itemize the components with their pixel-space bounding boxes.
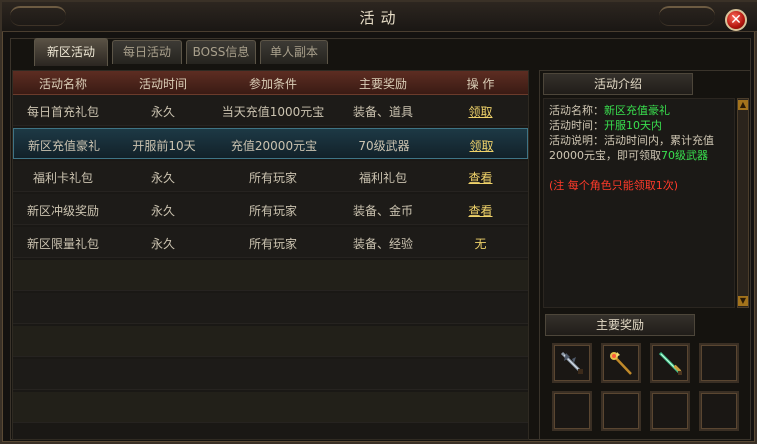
cell-name: 每日首充礼包 bbox=[26, 105, 99, 119]
cell-condition: 当天充值1000元宝 bbox=[221, 105, 325, 119]
table-row[interactable]: 新区冲级奖励 永久 所有玩家 装备、金币 查看 bbox=[13, 194, 528, 225]
reward-slot[interactable] bbox=[552, 343, 592, 383]
cell-condition: 充值20000元宝 bbox=[230, 139, 318, 153]
cell-name: 新区充值豪礼 bbox=[27, 139, 100, 153]
cell-condition: 所有玩家 bbox=[248, 204, 297, 218]
cell-reward: 装备、经验 bbox=[352, 237, 413, 251]
header-condition: 参加条件 bbox=[248, 77, 297, 91]
jade-sword-icon bbox=[658, 351, 682, 375]
cell-time: 永久 bbox=[150, 171, 175, 185]
scroll-down-icon[interactable]: ▼ bbox=[738, 296, 748, 306]
intro-name-line: 活动名称：新区充值豪礼 bbox=[549, 103, 729, 118]
intro-time-line: 活动时间：开服10天内 bbox=[549, 118, 729, 133]
cell-name: 福利卡礼包 bbox=[32, 171, 93, 185]
cell-reward: 装备、道具 bbox=[352, 105, 413, 119]
intro-header: 活动介绍 bbox=[543, 73, 693, 95]
reward-slot-empty[interactable] bbox=[650, 391, 690, 431]
reward-slot[interactable] bbox=[650, 343, 690, 383]
intro-time-label: 活动时间： bbox=[549, 119, 604, 132]
tab-daily-activity[interactable]: 每日活动 bbox=[112, 40, 182, 64]
cell-condition: 所有玩家 bbox=[248, 171, 297, 185]
window-title: 活动 bbox=[359, 9, 402, 27]
empty-row bbox=[13, 392, 528, 423]
view-link[interactable]: 查看 bbox=[433, 169, 528, 186]
cell-condition: 所有玩家 bbox=[248, 237, 297, 251]
cell-reward: 福利礼包 bbox=[358, 171, 407, 185]
intro-description: 活动说明：活动时间内，累计充值20000元宝，即可领取70级武器 bbox=[549, 133, 729, 163]
dark-sword-icon bbox=[560, 351, 584, 375]
table-row[interactable]: 新区限量礼包 永久 所有玩家 装备、经验 无 bbox=[13, 227, 528, 258]
cell-reward: 70级武器 bbox=[358, 139, 410, 153]
header-name: 活动名称 bbox=[38, 77, 87, 91]
activity-table: 活动名称 活动时间 参加条件 主要奖励 操 作 每日首充礼包 永久 当天充值10… bbox=[12, 70, 529, 440]
intro-body: 活动名称：新区充值豪礼 活动时间：开服10天内 活动说明：活动时间内，累计充值2… bbox=[543, 98, 735, 308]
cell-time: 永久 bbox=[150, 105, 175, 119]
empty-row bbox=[13, 293, 528, 324]
view-link[interactable]: 查看 bbox=[433, 202, 528, 219]
intro-name-label: 活动名称： bbox=[549, 104, 604, 117]
intro-desc-highlight: 70级武器 bbox=[661, 149, 708, 162]
intro-scrollbar[interactable]: ▲ ▼ bbox=[737, 98, 749, 308]
header-action: 操 作 bbox=[466, 77, 495, 91]
reward-header: 主要奖励 bbox=[545, 314, 695, 336]
reward-slot-empty[interactable] bbox=[699, 391, 739, 431]
table-row-selected[interactable]: 新区充值豪礼 开服前10天 充值20000元宝 70级武器 领取 bbox=[13, 128, 528, 159]
cell-name: 新区限量礼包 bbox=[26, 237, 99, 251]
table-row[interactable]: 每日首充礼包 永久 当天充值1000元宝 装备、道具 领取 bbox=[13, 95, 528, 126]
intro-note: (注 每个角色只能领取1次) bbox=[549, 179, 679, 192]
golden-staff-icon bbox=[610, 352, 632, 375]
reward-slot[interactable] bbox=[601, 343, 641, 383]
empty-row bbox=[13, 326, 528, 357]
header-reward: 主要奖励 bbox=[358, 77, 407, 91]
action-none: 无 bbox=[474, 237, 487, 251]
tab-new-server-activity[interactable]: 新区活动 bbox=[34, 38, 108, 66]
close-icon: ✕ bbox=[730, 12, 742, 28]
empty-row bbox=[13, 260, 528, 291]
empty-row bbox=[13, 359, 528, 390]
tab-solo-dungeon[interactable]: 单人副本 bbox=[260, 40, 328, 64]
activity-window: 活动 ✕ 新区活动 每日活动 BOSS信息 单人副本 活动名称 活动时间 参加条… bbox=[0, 0, 757, 444]
activity-intro-panel: 活动介绍 活动名称：新区充值豪礼 活动时间：开服10天内 活动说明：活动时间内，… bbox=[539, 70, 751, 440]
reward-slot-empty[interactable] bbox=[699, 343, 739, 383]
header-time: 活动时间 bbox=[138, 77, 187, 91]
cell-reward: 装备、金币 bbox=[352, 204, 413, 218]
table-header: 活动名称 活动时间 参加条件 主要奖励 操 作 bbox=[13, 71, 528, 95]
title-bar: 活动 ✕ bbox=[2, 2, 757, 32]
ornament-right bbox=[659, 6, 715, 26]
reward-slot-empty[interactable] bbox=[552, 391, 592, 431]
cell-time: 永久 bbox=[150, 237, 175, 251]
cell-time: 开服前10天 bbox=[132, 139, 196, 153]
claim-link[interactable]: 领取 bbox=[433, 103, 528, 120]
tab-boss-info[interactable]: BOSS信息 bbox=[186, 40, 256, 64]
close-button[interactable]: ✕ bbox=[725, 9, 747, 31]
intro-time-value: 开服10天内 bbox=[604, 119, 662, 132]
cell-time: 永久 bbox=[150, 204, 175, 218]
table-row[interactable]: 福利卡礼包 永久 所有玩家 福利礼包 查看 bbox=[13, 161, 528, 192]
intro-name-value: 新区充值豪礼 bbox=[604, 104, 670, 117]
reward-slot-empty[interactable] bbox=[601, 391, 641, 431]
scroll-up-icon[interactable]: ▲ bbox=[738, 100, 748, 110]
claim-link[interactable]: 领取 bbox=[434, 137, 529, 154]
cell-name: 新区冲级奖励 bbox=[26, 204, 99, 218]
